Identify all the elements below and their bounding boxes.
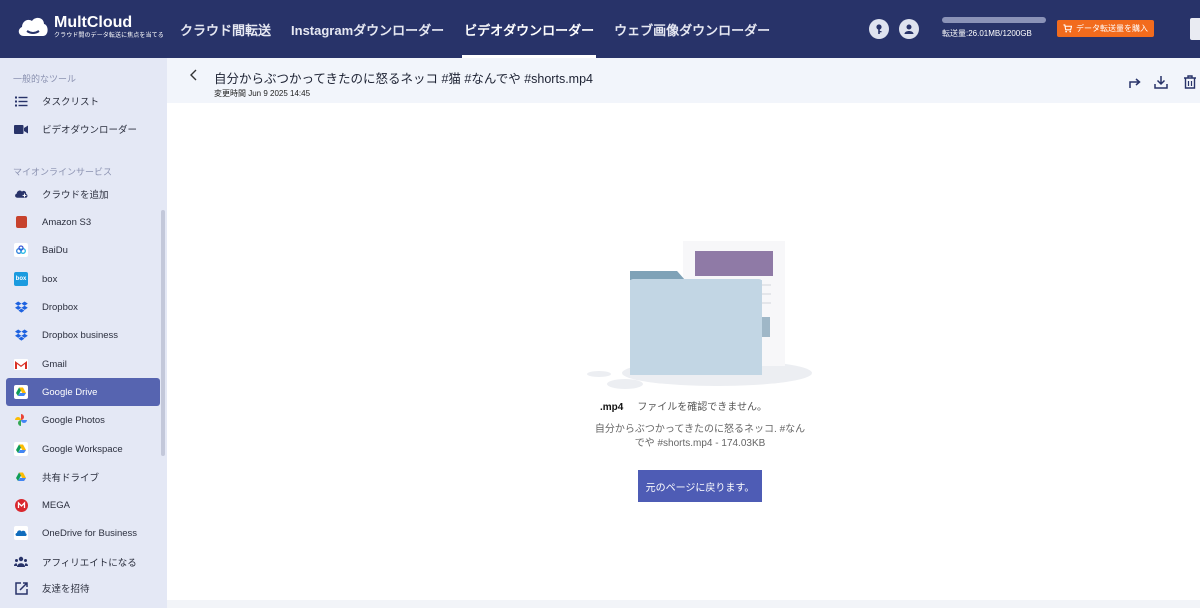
sidebar-item-label: タスクリスト xyxy=(42,97,100,108)
sidebar-item-add-cloud[interactable]: クラウドを追加 xyxy=(6,180,160,208)
sidebar-item-invite-friends[interactable]: 友達を招待 xyxy=(6,574,160,602)
buy-label: データ転送量を購入 xyxy=(1076,24,1148,33)
sidebar-item-label: BaiDu xyxy=(42,244,68,256)
affiliate-icon xyxy=(14,555,28,569)
sidebar-item-affiliate[interactable]: アフィリエイトになる xyxy=(6,548,160,576)
share-icon[interactable] xyxy=(1127,74,1143,90)
sidebar-item-label: Google Drive xyxy=(42,386,98,398)
sidebar-item-label: Amazon S3 xyxy=(42,216,92,228)
google-drive-icon xyxy=(14,385,28,399)
sidebar-item-label: Dropbox xyxy=(42,301,78,313)
section-title-services: マイオンラインサービス xyxy=(13,167,113,177)
download-icon[interactable] xyxy=(1153,74,1169,90)
sidebar-item-baidu[interactable]: BaiDu xyxy=(6,236,160,264)
sidebar-item-gmail[interactable]: Gmail xyxy=(6,350,160,378)
video-icon xyxy=(14,122,28,136)
nav-instagram-downloader[interactable]: Instagramダウンローダー xyxy=(281,0,454,58)
sidebar-item-label: Dropbox business xyxy=(42,329,119,341)
back-arrow-icon[interactable] xyxy=(187,68,201,82)
sidebar-item-dropbox[interactable]: Dropbox xyxy=(6,293,160,321)
main-nav: クラウド間転送 Instagramダウンローダー ビデオダウンローダー ウェブ画… xyxy=(170,0,780,58)
amazon-s3-icon xyxy=(14,215,28,229)
sidebar-item-label: アフィリエイトになる xyxy=(42,558,137,569)
sidebar-item-label: OneDrive for Business xyxy=(42,527,138,539)
sidebar-item-amazon-s3[interactable]: Amazon S3 xyxy=(6,208,160,236)
preview-message: .mp4 ファイルを確認できません。 xyxy=(167,398,1200,413)
sidebar-scrollbar[interactable] xyxy=(161,210,165,456)
bottom-divider xyxy=(167,600,1200,608)
sidebar-item-google-workspace[interactable]: Google Workspace xyxy=(6,435,160,463)
sidebar-item-label: クラウドを追加 xyxy=(42,190,109,201)
sidebar-item-box[interactable]: box box xyxy=(6,265,160,293)
sidebar-item-label: Google Photos xyxy=(42,414,105,426)
mega-icon xyxy=(14,498,28,512)
sidebar-item-label: ビデオダウンローダー xyxy=(42,125,138,136)
top-bar: MultCloud クラウド間のデータ転送に焦点を当てる クラウド間転送 Ins… xyxy=(0,0,1200,58)
transfer-usage: 転送量:26.01MB/1200GB xyxy=(942,17,1046,39)
dropbox-business-icon xyxy=(14,328,28,342)
shared-drive-icon xyxy=(14,470,28,484)
sidebar-item-label: Gmail xyxy=(42,358,67,370)
sidebar-item-label: MEGA xyxy=(42,499,70,511)
cannot-preview-text: ファイルを確認できません。 xyxy=(637,402,768,413)
sidebar-item-label: box xyxy=(42,273,58,285)
sidebar-item-label: 友達を招待 xyxy=(42,584,90,595)
return-to-previous-button[interactable]: 元のページに戻ります。 xyxy=(638,470,762,502)
file-header: 自分からぶつかってきたのに怒るネッコ #猫 #なんでや #shorts.mp4 … xyxy=(167,58,1200,103)
file-description: 自分からぶつかってきたのに怒るネッコ. #なん でや #shorts.mp4 -… xyxy=(583,423,817,451)
key-icon[interactable] xyxy=(869,19,889,39)
buy-transfer-button[interactable]: データ転送量を購入 xyxy=(1057,20,1154,37)
onedrive-business-icon xyxy=(14,526,28,540)
file-description-line: でや #shorts.mp4 - 174.03KB xyxy=(634,438,766,449)
sidebar-item-shared-drive[interactable]: 共有ドライブ xyxy=(6,463,160,491)
file-extension: .mp4 xyxy=(599,402,624,413)
sidebar-item-video-downloader[interactable]: ビデオダウンローダー xyxy=(6,115,160,143)
sidebar-item-mega[interactable]: MEGA xyxy=(6,491,160,519)
sidebar-item-task-list[interactable]: タスクリスト xyxy=(6,87,160,115)
invite-icon xyxy=(14,581,28,595)
box-icon: box xyxy=(14,272,28,286)
sidebar-item-dropbox-business[interactable]: Dropbox business xyxy=(6,321,160,349)
sidebar-item-label: 共有ドライブ xyxy=(42,473,100,484)
sidebar-item-onedrive-business[interactable]: OneDrive for Business xyxy=(6,519,160,547)
brand-tagline: クラウド間のデータ転送に焦点を当てる xyxy=(54,33,164,39)
nav-video-downloader[interactable]: ビデオダウンローダー xyxy=(454,0,604,58)
empty-folder-illustration xyxy=(587,241,812,389)
usage-bar xyxy=(942,17,1046,23)
menu-edge-button[interactable] xyxy=(1190,18,1200,40)
sidebar-item-google-photos[interactable]: Google Photos xyxy=(6,406,160,434)
cart-icon xyxy=(1063,24,1072,33)
delete-icon[interactable] xyxy=(1182,74,1198,90)
file-description-line: 自分からぶつかってきたのに怒るネッコ. #なん xyxy=(594,424,806,435)
google-photos-icon xyxy=(14,413,28,427)
gmail-icon xyxy=(14,357,28,371)
brand-name: MultCloud xyxy=(54,14,133,31)
section-title-tools: 一般的なツール xyxy=(13,74,77,84)
sidebar-item-label: Google Workspace xyxy=(42,443,123,455)
cloud-logo-icon xyxy=(18,17,48,36)
file-modified-time: 変更時間 Jun 9 2025 14:45 xyxy=(214,89,311,98)
nav-cloud-transfer[interactable]: クラウド間転送 xyxy=(170,0,281,58)
nav-web-image-downloader[interactable]: ウェブ画像ダウンローダー xyxy=(604,0,780,58)
list-icon xyxy=(14,94,28,108)
user-icon[interactable] xyxy=(899,19,919,39)
sidebar-item-google-drive[interactable]: Google Drive xyxy=(6,378,160,406)
baidu-icon xyxy=(14,243,28,257)
file-title: 自分からぶつかってきたのに怒るネッコ #猫 #なんでや #shorts.mp4 xyxy=(214,72,593,86)
google-workspace-icon xyxy=(14,442,28,456)
add-cloud-icon xyxy=(14,187,28,201)
usage-text: 転送量:26.01MB/1200GB xyxy=(942,29,1032,38)
preview-area: .mp4 ファイルを確認できません。 自分からぶつかってきたのに怒るネッコ. #な… xyxy=(167,103,1200,608)
multcloud-logo[interactable]: MultCloud クラウド間のデータ転送に焦点を当てる xyxy=(16,14,164,40)
sidebar: 一般的なツール タスクリスト ビデオダウンローダー マイオンラインサービス クラ… xyxy=(0,58,167,608)
dropbox-icon xyxy=(14,300,28,314)
